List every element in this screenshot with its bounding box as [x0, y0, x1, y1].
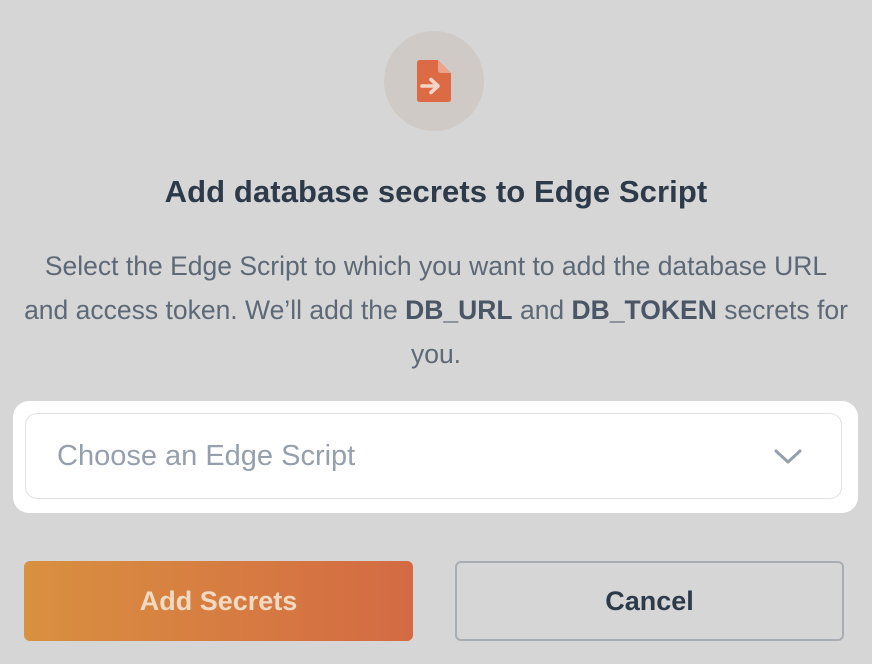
db-url-label: DB_URL [405, 295, 513, 325]
edge-script-select[interactable]: Choose an Edge Script [25, 413, 842, 499]
add-secrets-button[interactable]: Add Secrets [24, 561, 413, 641]
db-token-label: DB_TOKEN [571, 295, 717, 325]
dialog-description: Select the Edge Script to which you want… [20, 244, 852, 376]
icon-badge [384, 31, 484, 131]
file-import-icon [417, 60, 451, 102]
description-conjunction: and [512, 295, 572, 325]
add-secrets-dialog: Add database secrets to Edge Script Sele… [0, 0, 872, 664]
cancel-button[interactable]: Cancel [455, 561, 844, 641]
select-placeholder: Choose an Edge Script [57, 440, 356, 472]
dialog-title: Add database secrets to Edge Script [164, 174, 708, 209]
chevron-down-icon [774, 449, 802, 464]
